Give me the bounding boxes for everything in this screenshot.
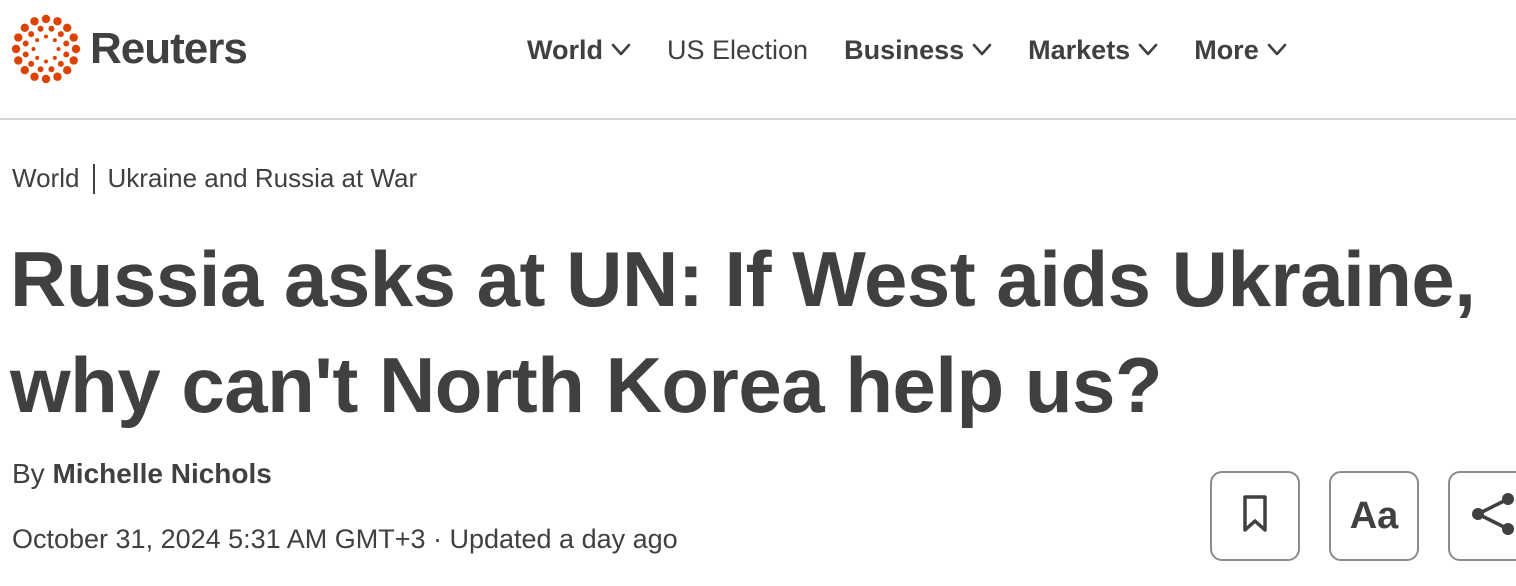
nav-item-label: World [527, 34, 603, 65]
chevron-down-icon [1267, 43, 1287, 57]
logo-wordmark: Reuters [90, 24, 248, 73]
breadcrumb-divider [93, 163, 96, 194]
nav-item-label: US Election [667, 34, 809, 65]
font-size-button[interactable]: Aa [1329, 471, 1419, 561]
breadcrumb-section-link[interactable]: World [12, 163, 79, 194]
article-dateline: October 31, 2024 5:31 AM GMT+3 · Updated… [12, 524, 678, 554]
breadcrumb-topic-link[interactable]: Ukraine and Russia at War [107, 163, 417, 194]
main-nav: World US Election Business Markets More [527, 30, 1287, 70]
nav-item-label: Markets [1028, 34, 1131, 65]
reuters-logo[interactable]: Reuters [10, 14, 248, 84]
share-button[interactable] [1448, 471, 1516, 561]
font-size-label: Aa [1349, 494, 1399, 537]
nav-item-label: Business [844, 34, 965, 65]
site-header: Reuters World US Election Business Marke… [0, 0, 1516, 120]
breadcrumb: World Ukraine and Russia at War [12, 163, 417, 194]
chevron-down-icon [611, 43, 631, 57]
article-headline: Russia asks at UN: If West aids Ukraine,… [10, 235, 1476, 429]
bookmark-icon [1241, 494, 1269, 539]
chevron-down-icon [1138, 43, 1158, 57]
nav-item-world[interactable]: World [527, 35, 631, 66]
chevron-down-icon [972, 43, 992, 57]
nav-item-label: More [1194, 34, 1259, 65]
article-byline: By Michelle Nichols [12, 458, 272, 490]
nav-item-more[interactable]: More [1194, 35, 1287, 66]
author-link[interactable]: Michelle Nichols [52, 458, 271, 489]
nav-item-us-election[interactable]: US Election [667, 35, 808, 66]
article-page: Reuters World US Election Business Marke… [0, 0, 1516, 586]
nav-item-business[interactable]: Business [844, 35, 992, 66]
share-icon [1468, 489, 1516, 544]
reuters-logo-icon [11, 14, 81, 84]
bookmark-button[interactable] [1210, 471, 1300, 561]
nav-item-markets[interactable]: Markets [1028, 35, 1158, 66]
byline-prefix: By [12, 458, 45, 489]
